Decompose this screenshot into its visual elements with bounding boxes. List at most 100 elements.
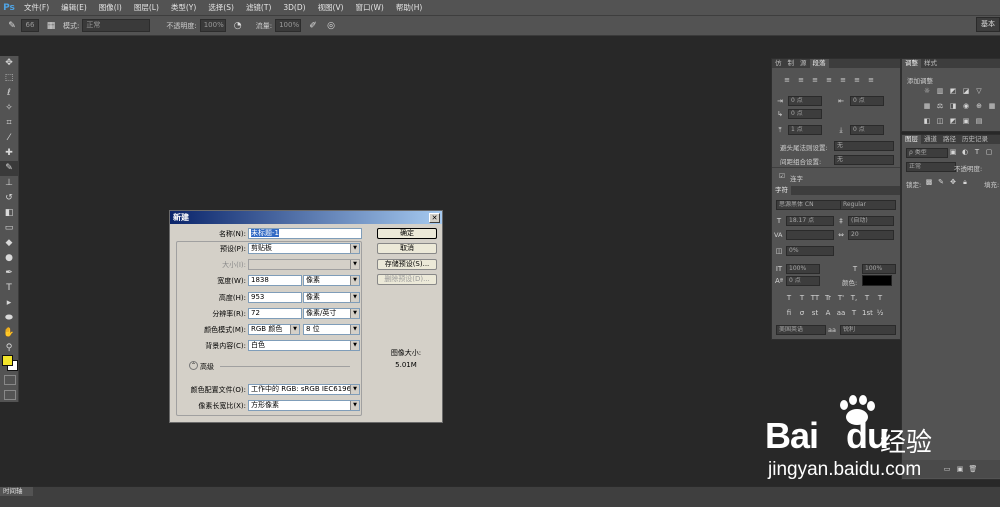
mode-select[interactable]: 正常 bbox=[82, 19, 151, 32]
kerning-field[interactable] bbox=[786, 230, 834, 240]
shape-tool-icon[interactable]: ⬬ bbox=[0, 311, 18, 326]
tab-clone-source[interactable]: 仿 bbox=[772, 59, 785, 68]
blur-tool-icon[interactable]: ◆ bbox=[0, 236, 18, 251]
pressure-opacity-icon[interactable]: ◔ bbox=[232, 20, 244, 32]
preset-select[interactable]: 剪贴板 ▼ bbox=[248, 243, 360, 254]
layer-kind-filter[interactable]: ρ 类型 bbox=[906, 148, 948, 158]
color-profile-select[interactable]: 工作中的 RGB: sRGB IEC6196... ▼ bbox=[248, 384, 360, 395]
tab-paragraph[interactable]: 段落 bbox=[809, 59, 829, 68]
tab-character[interactable]: 字符 bbox=[772, 186, 791, 195]
menu-filter[interactable]: 滤镜(T) bbox=[240, 2, 277, 13]
swash-button[interactable]: A bbox=[823, 308, 833, 318]
superscript-button[interactable]: T' bbox=[836, 293, 846, 303]
history-brush-tool-icon[interactable]: ↺ bbox=[0, 191, 18, 206]
tab-adjustments[interactable]: 调整 bbox=[902, 59, 921, 68]
space-before-field[interactable]: 1 点 bbox=[788, 125, 822, 135]
lasso-tool-icon[interactable]: ℓ bbox=[0, 86, 18, 101]
brush-panel-toggle-icon[interactable]: ▦ bbox=[45, 20, 57, 32]
brightness-icon[interactable]: ☼ bbox=[922, 86, 932, 96]
strikethrough-button[interactable]: T bbox=[875, 293, 885, 303]
hand-tool-icon[interactable]: ✋ bbox=[0, 326, 18, 341]
color-balance-icon[interactable]: ⚖ bbox=[935, 101, 945, 111]
language-select[interactable]: 美国英语 bbox=[776, 325, 826, 335]
menu-layer[interactable]: 图层(L) bbox=[128, 2, 165, 13]
text-color-swatch[interactable] bbox=[862, 275, 892, 286]
tab-history[interactable]: 历史记录 bbox=[959, 135, 991, 144]
underline-button[interactable]: T bbox=[862, 293, 872, 303]
name-input[interactable]: 未标题-1 bbox=[248, 228, 362, 239]
ligatures-button[interactable]: fi bbox=[784, 308, 794, 318]
menu-image[interactable]: 图像(I) bbox=[93, 2, 128, 13]
background-contents-select[interactable]: 白色 ▼ bbox=[248, 340, 360, 351]
menu-edit[interactable]: 编辑(E) bbox=[55, 2, 93, 13]
indent-right-field[interactable]: 0 点 bbox=[850, 96, 884, 106]
move-tool-icon[interactable]: ✥ bbox=[0, 56, 18, 71]
kinsoku-select[interactable]: 无 bbox=[834, 141, 894, 151]
pressure-size-icon[interactable]: ◎ bbox=[325, 20, 337, 32]
pixel-aspect-select[interactable]: 方形像素 ▼ bbox=[248, 400, 360, 411]
filter-pixel-icon[interactable]: ▣ bbox=[948, 147, 958, 157]
brush-tool-preset-icon[interactable]: ✎ bbox=[6, 20, 18, 32]
all-caps-button[interactable]: TT bbox=[810, 293, 820, 303]
menu-view[interactable]: 视图(V) bbox=[312, 2, 350, 13]
menu-help[interactable]: 帮助(H) bbox=[390, 2, 429, 13]
advanced-label[interactable]: 高级 bbox=[200, 362, 214, 372]
quick-mask-icon[interactable] bbox=[4, 375, 16, 385]
curves-icon[interactable]: ◩ bbox=[948, 86, 958, 96]
alternates-button[interactable]: σ bbox=[797, 308, 807, 318]
fractions-button[interactable]: ½ bbox=[875, 308, 885, 318]
tracking-field[interactable]: 20 bbox=[848, 230, 894, 240]
black-white-icon[interactable]: ◨ bbox=[948, 101, 958, 111]
indent-left-field[interactable]: 0 点 bbox=[788, 96, 822, 106]
resolution-input[interactable]: 72 bbox=[248, 308, 302, 319]
justify-center-icon[interactable]: ≡ bbox=[838, 75, 848, 85]
posterize-icon[interactable]: ◫ bbox=[935, 116, 945, 126]
tab-brush[interactable]: 制 bbox=[785, 59, 798, 68]
menu-3d[interactable]: 3D(D) bbox=[277, 3, 311, 12]
color-mode-select[interactable]: RGB 颜色 ▼ bbox=[248, 324, 300, 335]
lock-image-icon[interactable]: ✎ bbox=[936, 177, 946, 187]
titling-button[interactable]: T bbox=[849, 308, 859, 318]
save-preset-button[interactable]: 存储预设(S)... bbox=[377, 259, 437, 270]
vibrance-icon[interactable]: ▽ bbox=[974, 86, 984, 96]
blend-mode-select[interactable]: 正常 bbox=[906, 162, 956, 172]
align-center-icon[interactable]: ≡ bbox=[796, 75, 806, 85]
tab-layers[interactable]: 图层 bbox=[902, 135, 921, 144]
brush-tool-icon[interactable]: ✎ bbox=[0, 161, 18, 176]
vertical-scale-field[interactable]: 100% bbox=[786, 264, 820, 274]
tab-paths[interactable]: 路径 bbox=[940, 135, 959, 144]
filter-type-icon[interactable]: T bbox=[972, 147, 982, 157]
delete-layer-icon[interactable]: 🗑︎ bbox=[968, 464, 978, 474]
close-icon[interactable]: ✕ bbox=[429, 213, 440, 223]
baseline-shift-field[interactable]: 0 点 bbox=[786, 276, 820, 286]
width-unit-select[interactable]: 像素 ▼ bbox=[303, 275, 360, 286]
flow-input[interactable]: 100% bbox=[275, 19, 302, 32]
exposure-icon[interactable]: ◪ bbox=[961, 86, 971, 96]
align-right-icon[interactable]: ≡ bbox=[810, 75, 820, 85]
airbrush-icon[interactable]: ✐ bbox=[307, 20, 319, 32]
menu-file[interactable]: 文件(F) bbox=[18, 2, 55, 13]
type-tool-icon[interactable]: T bbox=[0, 281, 18, 296]
screen-mode-icon[interactable] bbox=[4, 390, 16, 400]
gradient-map-icon[interactable]: ▤ bbox=[974, 116, 984, 126]
levels-icon[interactable]: ▥ bbox=[935, 86, 945, 96]
channel-mixer-icon[interactable]: ⊕ bbox=[974, 101, 984, 111]
lock-all-icon[interactable]: 🔒︎ bbox=[960, 177, 970, 187]
dialog-titlebar[interactable] bbox=[170, 211, 442, 224]
ok-button[interactable]: 确定 bbox=[377, 228, 437, 239]
ordinals-button[interactable]: 1st bbox=[862, 308, 873, 318]
first-line-indent-field[interactable]: 0 点 bbox=[788, 109, 822, 119]
tsume-field[interactable]: 0% bbox=[786, 246, 834, 256]
lock-transparent-icon[interactable]: ▩ bbox=[924, 177, 934, 187]
new-layer-icon[interactable]: ▣ bbox=[955, 464, 965, 474]
tab-source[interactable]: 源 bbox=[797, 59, 810, 68]
antialias-select[interactable]: 锐利 bbox=[840, 325, 896, 335]
cancel-button[interactable]: 取消 bbox=[377, 243, 437, 254]
workspace-switcher[interactable]: 基本 bbox=[976, 17, 1000, 32]
discretionary-ligatures-button[interactable]: st bbox=[810, 308, 820, 318]
filter-adjustment-icon[interactable]: ◐ bbox=[960, 147, 970, 157]
menu-type[interactable]: 类型(Y) bbox=[165, 2, 202, 13]
quick-select-tool-icon[interactable]: ✧ bbox=[0, 101, 18, 116]
height-unit-select[interactable]: 像素 ▼ bbox=[303, 292, 360, 303]
gradient-tool-icon[interactable]: ▭ bbox=[0, 221, 18, 236]
